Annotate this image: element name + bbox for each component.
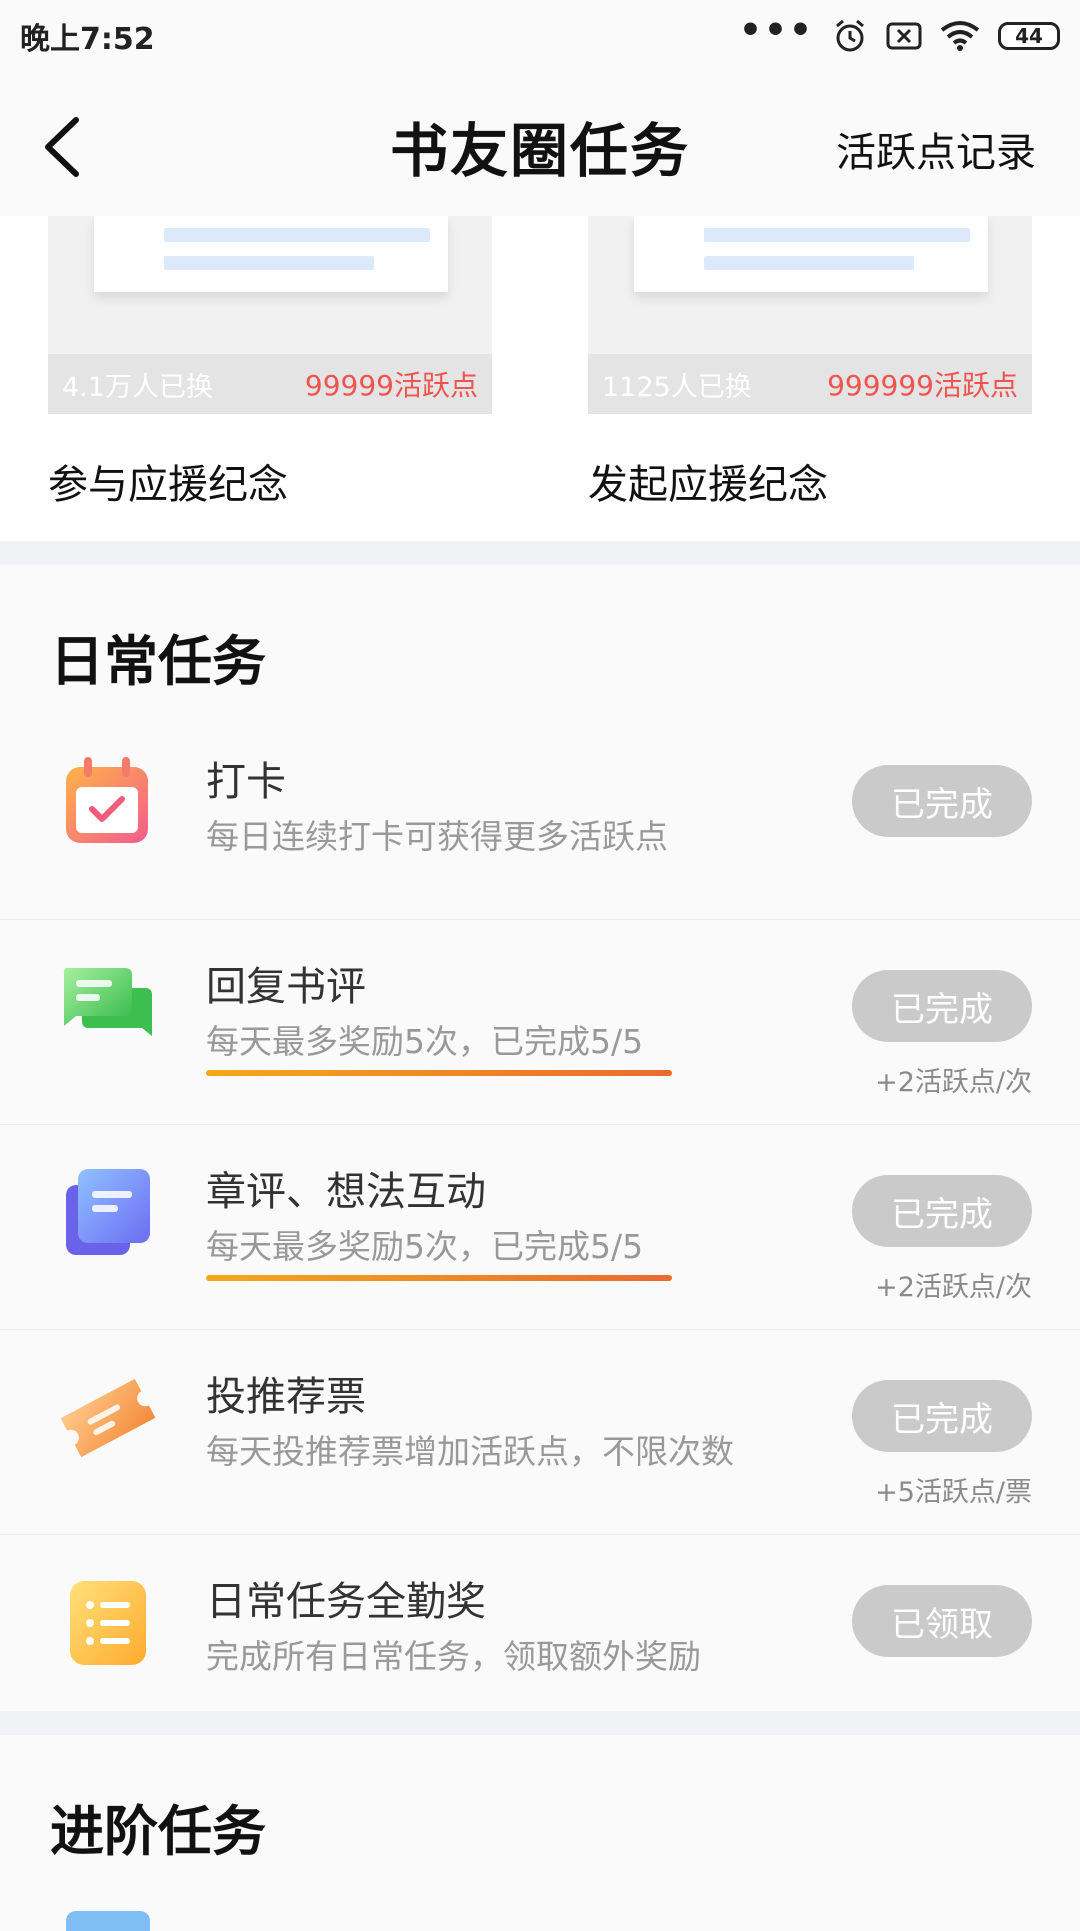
souvenir-count: 1125人已换: [602, 371, 752, 403]
section-divider: [0, 541, 1080, 565]
wifi-icon: [940, 21, 980, 51]
task-status-button[interactable]: 已完成: [852, 1380, 1032, 1452]
souvenir-points: 999999活跃点: [827, 369, 1018, 402]
task-name: 打卡: [206, 759, 286, 805]
task-reward: +5活跃点/票: [875, 1477, 1032, 1508]
nav-bar: 书友圈任务 活跃点记录: [0, 72, 1080, 220]
souvenir-info-bar: 1125人已换 999999活跃点: [588, 354, 1032, 414]
task-row-recommend-vote: 投推荐票 每天投推荐票增加活跃点，不限次数 已完成 +5活跃点/票: [0, 1330, 1080, 1535]
status-icons: ••• 44: [739, 13, 1060, 54]
souvenir-info-bar: 4.1万人已换 99999活跃点: [48, 354, 492, 414]
list-icon: [70, 1581, 146, 1665]
next-task-icon-partial: [66, 1911, 150, 1931]
ticket-icon: [60, 1378, 156, 1458]
souvenir-card[interactable]: 4.1万人已换 99999活跃点 参与应援纪念: [48, 216, 492, 508]
calendar-check-icon: [66, 757, 148, 843]
task-desc: 完成所有日常任务，领取额外奖励: [206, 1637, 701, 1676]
activity-record-link[interactable]: 活跃点记录: [836, 120, 1036, 178]
battery-icon: 44: [998, 22, 1060, 50]
more-dots-icon: •••: [738, 10, 814, 51]
souvenir-cards: 4.1万人已换 99999活跃点 参与应援纪念 1125人已换 999999活跃…: [0, 216, 1080, 541]
no-sim-icon: [886, 22, 922, 50]
souvenir-points: 99999活跃点: [304, 369, 478, 402]
progress-underline: [206, 1070, 672, 1076]
back-arrow-icon[interactable]: [36, 112, 96, 182]
progress-underline: [206, 1275, 672, 1281]
task-desc: 每天投推荐票增加活跃点，不限次数: [206, 1432, 734, 1471]
task-desc: 每日连续打卡可获得更多活跃点: [206, 817, 668, 856]
task-status-button[interactable]: 已完成: [852, 970, 1032, 1042]
souvenir-paper: [634, 216, 988, 292]
souvenir-paper: [94, 216, 448, 292]
alarm-icon: [836, 19, 864, 52]
task-desc: 每天最多奖励5次，已完成5/5: [206, 1227, 644, 1266]
task-status-button[interactable]: 已完成: [852, 1175, 1032, 1247]
task-row-reply-review: 回复书评 每天最多奖励5次，已完成5/5 已完成 +2活跃点/次: [0, 920, 1080, 1125]
souvenir-card[interactable]: 1125人已换 999999活跃点 发起应援纪念: [588, 216, 1032, 508]
status-time: 晚上7:52: [20, 22, 155, 57]
task-reward: +2活跃点/次: [875, 1067, 1032, 1098]
task-name: 章评、想法互动: [206, 1169, 486, 1215]
task-name: 日常任务全勤奖: [206, 1579, 486, 1625]
task-status-button[interactable]: 已领取: [852, 1585, 1032, 1657]
task-row-attendance-bonus: 日常任务全勤奖 完成所有日常任务，领取额外奖励 已领取: [0, 1535, 1080, 1740]
page-title: 书友圈任务: [389, 117, 690, 185]
section-title: 日常任务: [50, 629, 266, 693]
souvenir-name: 发起应援纪念: [588, 462, 828, 508]
battery-level: 44: [1015, 24, 1043, 48]
daily-tasks-section: 日常任务 打卡 每日连续打卡可获得更多活跃点 已完成 回复书评 每天最多奖励5次…: [0, 565, 1080, 1711]
task-status-button[interactable]: 已完成: [852, 765, 1032, 837]
task-reward: +2活跃点/次: [875, 1272, 1032, 1303]
task-row-chapter-comment: 章评、想法互动 每天最多奖励5次，已完成5/5 已完成 +2活跃点/次: [0, 1125, 1080, 1330]
task-row-checkin: 打卡 每日连续打卡可获得更多活跃点 已完成: [0, 715, 1080, 920]
task-name: 投推荐票: [206, 1374, 366, 1420]
section-divider: [0, 1711, 1080, 1735]
souvenir-name: 参与应援纪念: [48, 462, 288, 508]
document-icon: [66, 1169, 150, 1255]
souvenir-image: 1125人已换 999999活跃点: [588, 216, 1032, 414]
chat-bubbles-icon: [63, 968, 152, 1036]
souvenir-image: 4.1万人已换 99999活跃点: [48, 216, 492, 414]
task-desc: 每天最多奖励5次，已完成5/5: [206, 1022, 644, 1061]
souvenir-count: 4.1万人已换: [62, 371, 213, 403]
task-name: 回复书评: [206, 964, 366, 1010]
status-bar: 晚上7:52 ••• 44: [0, 0, 1080, 72]
advanced-tasks-section: 进阶任务: [0, 1735, 1080, 1931]
section-title: 进阶任务: [50, 1799, 266, 1863]
